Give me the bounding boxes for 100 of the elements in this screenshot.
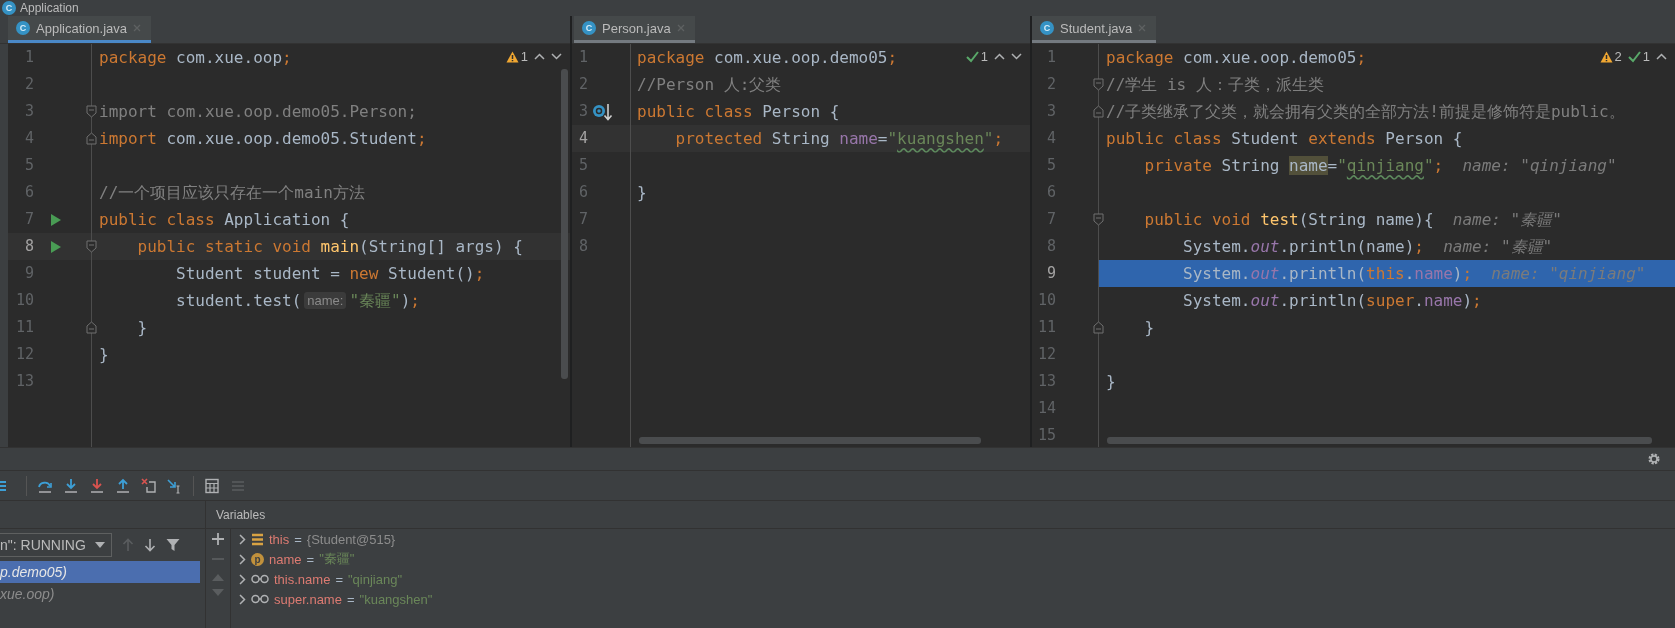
line-number: 2 [1046, 75, 1056, 93]
line-number: 10 [1037, 291, 1056, 309]
line-number: 11 [1037, 318, 1056, 336]
line-number: 5 [1046, 156, 1056, 174]
line-number: 1 [578, 48, 588, 66]
filter-icon[interactable] [166, 538, 180, 552]
code-text: } [1106, 371, 1116, 393]
glasses-icon [251, 574, 269, 584]
chevron-right-icon[interactable] [239, 573, 246, 585]
stack-frame[interactable]: p.demo05) [0, 561, 200, 583]
line-number: 13 [1037, 372, 1056, 390]
settings-icon[interactable] [1647, 452, 1661, 466]
warning-icon [505, 50, 519, 63]
code-text: //一个项目应该只存在一个main方法 [99, 182, 365, 204]
line-number: 3 [24, 102, 34, 120]
code-text: private String name="qinjiang"; [1144, 155, 1444, 177]
editor-tab[interactable]: C Person.java [574, 16, 695, 43]
scrollbar[interactable] [639, 437, 981, 444]
chevron-up-icon[interactable] [534, 53, 545, 60]
code-text: } [1144, 317, 1155, 339]
circle-arrow-icon[interactable] [592, 101, 614, 122]
code-text: public class Person { [637, 101, 840, 123]
down-arrow-icon[interactable] [63, 477, 79, 494]
code-text: //Person 人:父类 [637, 74, 782, 96]
class-icon: C [2, 1, 16, 15]
line-number: 2 [24, 75, 34, 93]
line-number: 13 [15, 372, 34, 390]
code-text: System.out.println(name); [1183, 236, 1424, 258]
chevron-right-icon[interactable] [239, 533, 246, 545]
code-text: student.test( [176, 290, 302, 312]
chevron-right-icon[interactable] [239, 593, 246, 605]
line-number: 7 [578, 210, 588, 228]
fold-icon[interactable] [86, 321, 97, 334]
problem-count[interactable]: 1 [520, 49, 528, 64]
up-arrow-icon[interactable] [115, 477, 131, 494]
chevron-down-icon[interactable] [1011, 53, 1022, 60]
plus-icon[interactable] [212, 533, 224, 545]
chevron-up-icon[interactable] [1656, 53, 1667, 60]
line-number: 2 [578, 75, 588, 93]
code-text: //子类继承了父类，就会拥有父类的全部方法!前提是修饰符是public。 [1106, 101, 1625, 123]
down-arrow-icon[interactable] [144, 538, 156, 552]
thread-dropdown[interactable]: n": RUNNING [0, 533, 112, 557]
code-text: Student student = new Student(); [176, 263, 485, 285]
inline-value: name: "秦疆" [1443, 236, 1553, 258]
line-number: 14 [1037, 399, 1056, 417]
class-icon: C [1040, 21, 1054, 35]
fold-icon[interactable] [1093, 105, 1104, 118]
line-number: 6 [24, 183, 34, 201]
problem-count[interactable]: 1 [1642, 49, 1650, 64]
parameter-hint: name: [304, 292, 347, 309]
fold-icon[interactable] [86, 105, 97, 118]
variable-name: this [269, 531, 290, 547]
check-icon [1627, 50, 1641, 63]
fold-icon[interactable] [1093, 78, 1104, 91]
stack-frame[interactable]: xue.oop) [0, 583, 200, 605]
line-number: 6 [578, 183, 588, 201]
check-icon [965, 50, 979, 63]
class-icon: C [16, 21, 30, 35]
down-arrow-icon[interactable] [89, 477, 105, 494]
code-text: //学生 is 人：子类，派生类 [1106, 74, 1324, 96]
editor-tab[interactable]: C Student.java [1032, 16, 1157, 43]
line-number: 4 [24, 129, 34, 147]
cross-frame-icon[interactable] [141, 477, 157, 494]
line-number: 3 [578, 102, 588, 120]
variable-name: this.name [274, 571, 331, 587]
line-number: 7 [24, 210, 34, 228]
cursor-arrow-icon[interactable] [167, 477, 183, 494]
stack-icon [251, 532, 264, 546]
fold-icon[interactable] [1093, 321, 1104, 334]
run-icon[interactable] [50, 212, 62, 227]
line-number: 11 [15, 318, 34, 336]
code-text: } [637, 182, 647, 204]
code-text: import com.xue.oop.demo05.Person; [99, 101, 417, 123]
scrollbar[interactable] [561, 69, 568, 379]
problem-count[interactable]: 1 [980, 49, 988, 64]
line-number: 7 [1046, 210, 1056, 228]
fold-icon[interactable] [86, 240, 97, 253]
inline-value: name: "qinjiang" [1491, 263, 1646, 285]
fold-icon[interactable] [1093, 213, 1104, 226]
run-icon[interactable] [50, 239, 62, 254]
chevron-up-icon[interactable] [994, 53, 1005, 60]
chevron-right-icon[interactable] [239, 553, 246, 565]
calculator-icon[interactable] [204, 477, 220, 494]
caret-icon [95, 542, 105, 548]
chevron-down-icon[interactable] [551, 53, 562, 60]
fold-icon[interactable] [86, 132, 97, 145]
glasses-icon [251, 594, 269, 604]
editor-tab[interactable]: C Application.java [8, 16, 152, 43]
code-text: public class Student extends Person { [1106, 128, 1463, 150]
line-number: 3 [1046, 102, 1056, 120]
equals-sign: = [294, 531, 302, 547]
code-text: import com.xue.oop.demo05.Student; [99, 128, 427, 150]
code-text: } [137, 317, 148, 339]
line-number: 9 [1046, 264, 1056, 282]
scrollbar[interactable] [1107, 437, 1652, 444]
code-text: System.out.println(super.name); [1183, 290, 1482, 312]
equals-sign: = [306, 551, 315, 567]
inline-value: name: "秦疆" [1452, 209, 1562, 231]
inline-value: name: "qinjiang" [1462, 155, 1617, 177]
problem-count[interactable]: 2 [1614, 49, 1622, 64]
